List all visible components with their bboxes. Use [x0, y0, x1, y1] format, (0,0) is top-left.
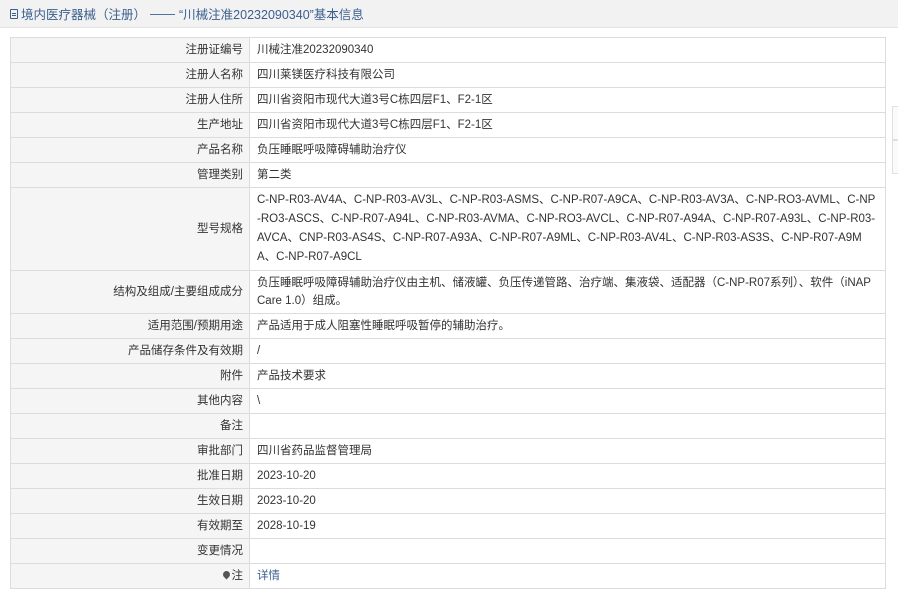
table-row: 注册证编号 川械注准20232090340 [10, 37, 886, 63]
field-value: C-NP-R03-AV4A、C-NP-R03-AV3L、C-NP-R03-ASM… [249, 187, 886, 271]
field-value [249, 538, 886, 564]
breadcrumb: 境内医疗器械（注册） —— “川械注准20232090340”基本信息 [0, 0, 898, 28]
field-label: 产品名称 [10, 137, 250, 163]
registration-info-table: 注册证编号 川械注准20232090340 注册人名称 四川莱镁医疗科技有限公司… [10, 37, 886, 589]
table-row: 管理类别 第二类 [10, 162, 886, 188]
field-label: 适用范围/预期用途 [10, 313, 250, 339]
field-label: 管理类别 [10, 162, 250, 188]
table-row: 产品名称 负压睡眠呼吸障碍辅助治疗仪 [10, 137, 886, 163]
table-row: 产品储存条件及有效期 / [10, 338, 886, 364]
field-label: 生产地址 [10, 112, 250, 138]
side-scroll-tab-bottom[interactable] [892, 140, 898, 174]
field-value: 2028-10-19 [249, 513, 886, 539]
field-value: 第二类 [249, 162, 886, 188]
field-label: 变更情况 [10, 538, 250, 564]
table-row: 批准日期 2023-10-20 [10, 463, 886, 489]
field-value: 负压睡眠呼吸障碍辅助治疗仪 [249, 137, 886, 163]
breadcrumb-separator: —— [150, 6, 176, 21]
field-value: 四川省药品监督管理局 [249, 438, 886, 464]
table-row: 变更情况 [10, 538, 886, 564]
field-label: 结构及组成/主要组成成分 [10, 270, 250, 314]
field-label: 其他内容 [10, 388, 250, 414]
field-label: 注册证编号 [10, 37, 250, 63]
side-scroll-tab-top[interactable] [892, 106, 898, 140]
table-row: 适用范围/预期用途 产品适用于成人阻塞性睡眠呼吸暂停的辅助治疗。 [10, 313, 886, 339]
field-value: 2023-10-20 [249, 488, 886, 514]
table-row: 有效期至 2028-10-19 [10, 513, 886, 539]
field-value: / [249, 338, 886, 364]
note-label: 注 [231, 570, 244, 582]
table-row: 其他内容 \ [10, 388, 886, 414]
field-value: 2023-10-20 [249, 463, 886, 489]
field-label: 注册人住所 [10, 87, 250, 113]
field-value: 川械注准20232090340 [249, 37, 886, 63]
field-value: 产品适用于成人阻塞性睡眠呼吸暂停的辅助治疗。 [249, 313, 886, 339]
field-value: \ [249, 388, 886, 414]
field-label: 生效日期 [10, 488, 250, 514]
field-label: 型号规格 [10, 187, 250, 271]
field-value: 负压睡眠呼吸障碍辅助治疗仪由主机、储液罐、负压传递管路、治疗端、集液袋、适配器（… [249, 270, 886, 314]
field-label-note: 注 [10, 563, 250, 589]
table-row: 生产地址 四川省资阳市现代大道3号C栋四层F1、F2-1区 [10, 112, 886, 138]
table-row-note: 注 详情 [10, 563, 886, 589]
field-value: 四川莱镁医疗科技有限公司 [249, 62, 886, 88]
field-label: 有效期至 [10, 513, 250, 539]
document-icon [10, 8, 18, 19]
page-title: “川械注准20232090340”基本信息 [179, 8, 364, 22]
table-row: 结构及组成/主要组成成分 负压睡眠呼吸障碍辅助治疗仪由主机、储液罐、负压传递管路… [10, 270, 886, 314]
table-row: 型号规格 C-NP-R03-AV4A、C-NP-R03-AV3L、C-NP-R0… [10, 187, 886, 271]
breadcrumb-section[interactable]: 境内医疗器械（注册） [21, 4, 146, 23]
field-label: 注册人名称 [10, 62, 250, 88]
table-row: 注册人住所 四川省资阳市现代大道3号C栋四层F1、F2-1区 [10, 87, 886, 113]
field-label: 产品储存条件及有效期 [10, 338, 250, 364]
field-value: 四川省资阳市现代大道3号C栋四层F1、F2-1区 [249, 112, 886, 138]
table-row: 审批部门 四川省药品监督管理局 [10, 438, 886, 464]
table-row: 注册人名称 四川莱镁医疗科技有限公司 [10, 62, 886, 88]
table-row: 备注 [10, 413, 886, 439]
field-value: 四川省资阳市现代大道3号C栋四层F1、F2-1区 [249, 87, 886, 113]
field-value-note: 详情 [249, 563, 886, 589]
table-row: 生效日期 2023-10-20 [10, 488, 886, 514]
field-value: 产品技术要求 [249, 363, 886, 389]
field-label: 备注 [10, 413, 250, 439]
field-value [249, 413, 886, 439]
field-label: 批准日期 [10, 463, 250, 489]
field-label: 审批部门 [10, 438, 250, 464]
details-link[interactable]: 详情 [257, 570, 280, 582]
location-pin-icon [221, 569, 231, 580]
table-row: 附件 产品技术要求 [10, 363, 886, 389]
field-label: 附件 [10, 363, 250, 389]
